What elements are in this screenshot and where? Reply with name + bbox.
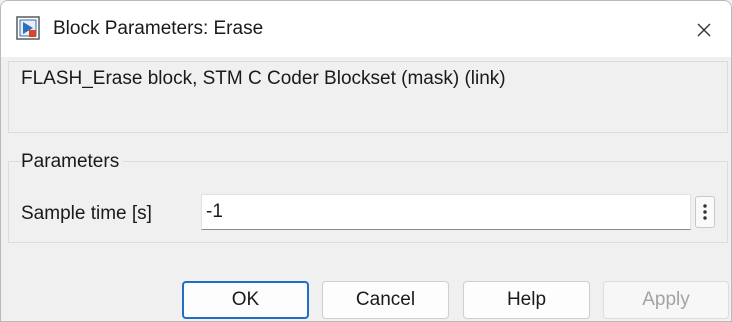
cancel-button[interactable]: Cancel [322,281,449,319]
block-parameters-dialog: Block Parameters: Erase FLASH_Erase bloc… [0,0,732,322]
description-group: FLASH_Erase block, STM C Coder Blockset … [8,61,728,133]
close-icon[interactable] [689,15,719,45]
parameters-header: Parameters [21,149,124,175]
title-bar[interactable]: Block Parameters: Erase [1,1,731,57]
simulink-block-icon [16,16,40,40]
vertical-ellipsis-icon[interactable] [695,196,715,228]
window-title: Block Parameters: Erase [53,18,264,39]
sample-time-input[interactable] [201,194,691,230]
apply-button[interactable]: Apply [603,281,729,319]
block-description: FLASH_Erase block, STM C Coder Blockset … [21,68,506,89]
ok-button[interactable]: OK [182,281,309,319]
help-button[interactable]: Help [463,281,590,319]
sample-time-label: Sample time [s] [21,203,152,224]
